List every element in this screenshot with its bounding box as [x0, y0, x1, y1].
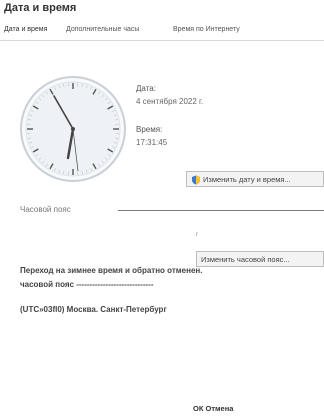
shield-icon — [192, 175, 200, 185]
timezone-value: (UTC»03fl0) Москва. Санкт-Петербург — [20, 305, 167, 314]
tab-internet-time[interactable]: Время по Интернету — [173, 26, 240, 33]
ok-cancel-buttons[interactable]: ОК Отмена — [193, 404, 233, 413]
tab-strip: Дата и время Дополнительные часы Время п… — [0, 22, 324, 41]
change-datetime-button[interactable]: Изменить дату и время... — [186, 171, 324, 187]
time-label: Время: — [136, 125, 163, 134]
tab-additional-clocks[interactable]: Дополнительные часы — [66, 26, 139, 33]
date-value: 4 сентября 2022 г. — [136, 97, 204, 106]
time-value: 17:31:45 — [136, 138, 168, 147]
dst-notice: Переход на зимнее время и обратно отмене… — [20, 266, 203, 275]
change-timezone-label: Изменить часовой пояс... — [201, 255, 290, 264]
timezone-label: часовой пояс ---------------------------… — [20, 280, 154, 289]
window-title: Дата и время — [4, 2, 77, 14]
change-timezone-button[interactable]: Изменить часовой пояс... — [196, 251, 324, 267]
timezone-section-label: Часовой пояс — [20, 205, 71, 214]
change-datetime-label: Изменить дату и время... — [203, 175, 291, 184]
section-divider — [118, 210, 324, 211]
date-label: Дата: — [136, 84, 156, 93]
tab-date-time[interactable]: Дата и время — [4, 26, 47, 33]
clock-center — [71, 127, 75, 131]
timezone-mark: г — [196, 232, 199, 238]
analog-clock — [20, 76, 126, 182]
